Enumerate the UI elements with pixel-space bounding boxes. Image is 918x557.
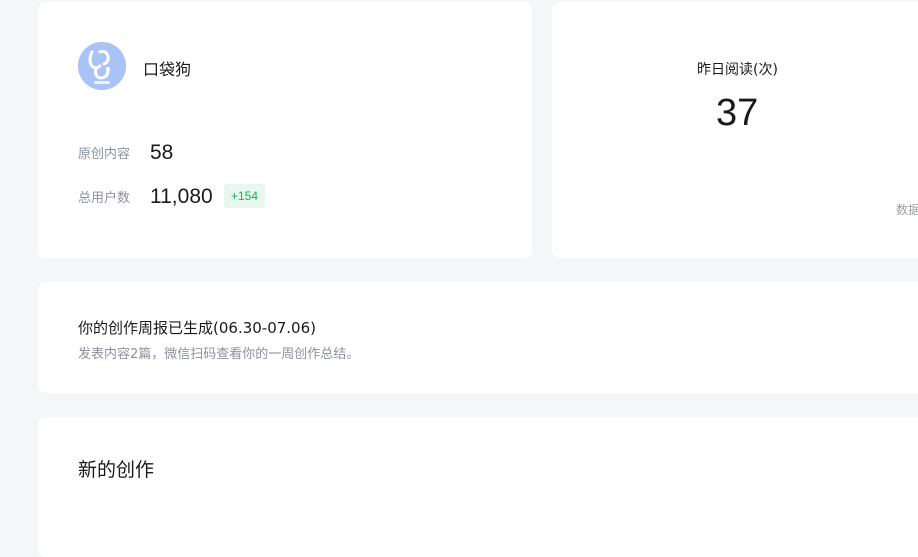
avatar[interactable] <box>78 42 126 90</box>
yesterday-reads-value: 37 <box>716 92 759 134</box>
new-creation-title: 新的创作 <box>78 459 155 481</box>
original-content-label: 原创内容 <box>78 147 131 162</box>
total-users-value: 11,080 <box>150 185 213 208</box>
yesterday-reads-label: 昨日阅读(次) <box>697 62 778 78</box>
account-summary-card: 口袋狗 原创内容 58 总用户数 11,080 +154 <box>38 2 532 258</box>
users-delta-badge: +154 <box>224 184 266 208</box>
weekly-report-title: 你的创作周报已生成(06.30-07.06) <box>78 319 317 337</box>
yesterday-reads-card: 昨日阅读(次) 37 数据 <box>552 2 918 258</box>
weekly-report-subtitle: 发表内容2篇，微信扫码查看你的一周创作总结。 <box>78 347 360 362</box>
original-content-value: 58 <box>150 141 174 164</box>
weekly-report-card[interactable]: 你的创作周报已生成(06.30-07.06) 发表内容2篇，微信扫码查看你的一周… <box>38 282 918 393</box>
account-name[interactable]: 口袋狗 <box>143 56 191 80</box>
new-creation-card: 新的创作 <box>38 417 918 557</box>
data-note-link[interactable]: 数据 <box>896 201 918 218</box>
dog-logo-icon <box>78 42 126 90</box>
total-users-label: 总用户数 <box>78 191 131 206</box>
